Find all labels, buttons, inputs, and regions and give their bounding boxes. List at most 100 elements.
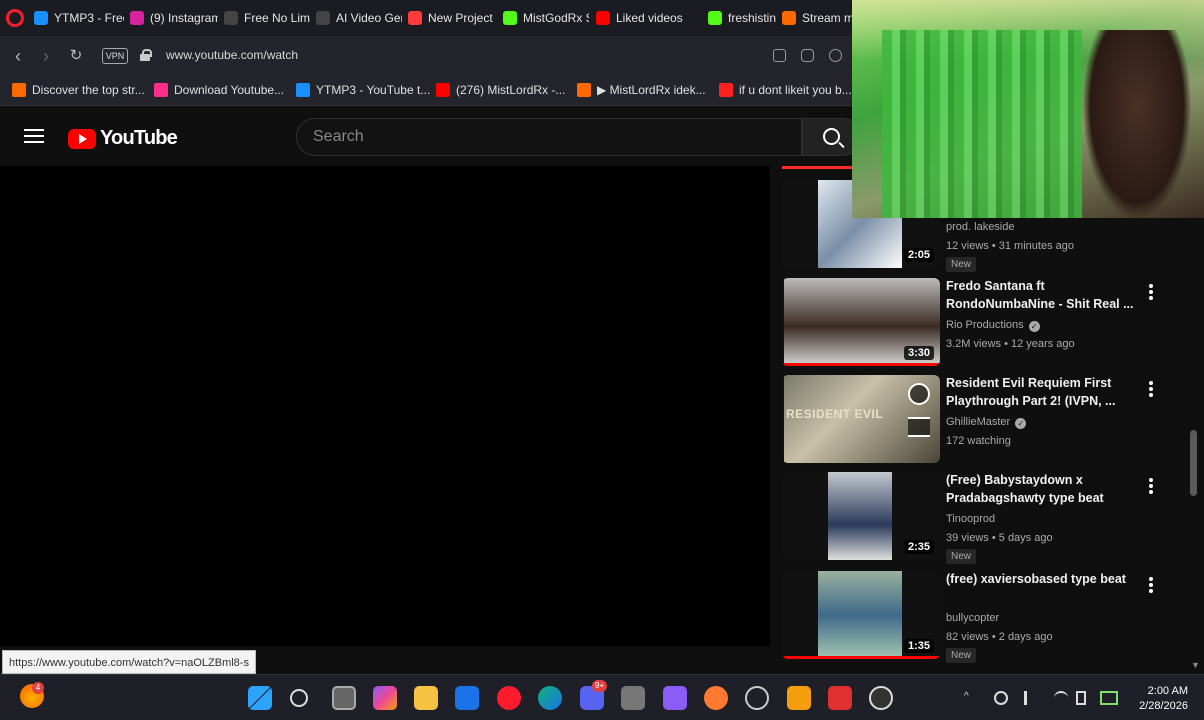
search-taskbar-icon[interactable] — [290, 689, 308, 707]
channel-name[interactable]: prod. lakeside — [946, 218, 1015, 236]
camera-app-icon[interactable] — [621, 686, 645, 710]
tab-favicon-icon — [782, 11, 796, 25]
more-actions-icon[interactable] — [1148, 284, 1154, 302]
game-icon[interactable] — [704, 686, 728, 710]
browser-tab[interactable]: (9) Instagram — [130, 6, 218, 30]
adblock-icon[interactable] — [829, 49, 842, 62]
more-actions-icon[interactable] — [1148, 381, 1154, 399]
share-icon[interactable] — [773, 49, 786, 62]
view-count: 172 watching — [946, 435, 1011, 447]
menu-icon[interactable] — [24, 129, 44, 143]
browser-tab[interactable]: MistGodRx S — [503, 6, 589, 30]
bookmark-item[interactable]: Download Youtube... — [154, 83, 284, 97]
duration-badge: 1:35 — [903, 639, 934, 653]
settings-icon[interactable] — [745, 686, 769, 710]
tab-label: freshistin — [728, 11, 776, 25]
channel-name[interactable]: GhillieMaster ✓ — [946, 413, 1027, 431]
video-thumbnail[interactable]: 2:35 — [782, 472, 940, 560]
task-view-icon[interactable] — [332, 686, 356, 710]
media-player-icon[interactable] — [869, 686, 893, 710]
add-to-queue-icon[interactable] — [908, 417, 930, 437]
scrollbar-thumb[interactable] — [1190, 430, 1197, 496]
bookmark-item[interactable]: if u dont likeit you b... — [719, 83, 852, 97]
browser-tab[interactable]: New Project — [408, 6, 496, 30]
watch-later-icon[interactable] — [908, 383, 930, 405]
clock[interactable]: 2:00 AM 2/28/2026 — [1128, 684, 1188, 714]
channel-name[interactable]: Rio Productions ✓ — [946, 316, 1040, 334]
bookmark-favicon-icon — [296, 83, 310, 97]
channel-name[interactable]: bullycopter — [946, 609, 999, 627]
search-input[interactable] — [311, 127, 781, 147]
opera-logo-icon[interactable] — [6, 9, 24, 27]
reload-icon[interactable]: ↻ — [66, 46, 86, 66]
video-title[interactable]: Resident Evil Requiem First Playthrough … — [946, 374, 1146, 410]
battery-icon[interactable] — [1100, 691, 1118, 705]
browser-tab[interactable]: Liked videos — [596, 6, 700, 30]
browser-tab[interactable]: AI Video Gen — [316, 6, 402, 30]
browser-tab[interactable]: Stream mis — [782, 6, 852, 30]
scroll-down-icon[interactable]: ▼ — [1191, 660, 1200, 670]
edge-icon[interactable] — [538, 686, 562, 710]
vpn-badge[interactable]: VPN — [102, 48, 128, 64]
copilot-icon[interactable] — [373, 686, 397, 710]
video-player[interactable] — [0, 166, 770, 646]
tab-label: AI Video Gen — [336, 11, 402, 25]
channel-name[interactable]: Tinooprod — [946, 510, 995, 528]
youtube-logo[interactable]: YouTube — [68, 127, 178, 150]
browser-tab[interactable]: Free No Limi — [224, 6, 310, 30]
more-actions-icon[interactable] — [1148, 577, 1154, 595]
volume-icon[interactable] — [1076, 691, 1086, 705]
new-badge: New — [946, 257, 977, 272]
thumbnail-art — [818, 571, 902, 659]
camera-icon[interactable] — [801, 49, 814, 62]
mail-icon[interactable] — [455, 686, 479, 710]
wifi-icon[interactable] — [1054, 691, 1068, 705]
channel-name-text: GhillieMaster — [946, 416, 1011, 428]
channel-name-text: Tinooprod — [946, 513, 996, 525]
back-icon[interactable]: ‹ — [8, 46, 28, 66]
video-stats: 82 views • 2 days ago — [946, 628, 1053, 646]
video-card[interactable]: RESIDENT EVIL Resident Evil Requiem First… — [780, 375, 1190, 471]
browser-tab[interactable]: freshistin — [708, 6, 776, 30]
video-stats: 172 watching — [946, 432, 1011, 450]
youtube-logo-text: YouTube — [100, 127, 178, 149]
lock-icon[interactable] — [140, 49, 152, 61]
bookmark-item[interactable]: ▶ MistLordRx idek... — [577, 83, 706, 97]
video-thumbnail[interactable]: 3:30 — [782, 278, 940, 366]
microphone-icon[interactable] — [1024, 691, 1029, 705]
meta-separator: • — [988, 240, 999, 252]
video-card[interactable]: 2:35 (Free) Babystaydown x Pradabagshawty… — [780, 472, 1190, 568]
fl-studio-icon[interactable] — [787, 686, 811, 710]
view-count: 82 views — [946, 631, 989, 643]
video-thumbnail[interactable]: 1:35 — [782, 571, 940, 659]
video-title[interactable]: Fredo Santana ft RondoNumbaNine - Shit R… — [946, 277, 1146, 313]
browser-tab[interactable]: YTMP3 - Free — [34, 6, 124, 30]
forward-icon[interactable]: › — [36, 46, 56, 66]
address-url[interactable]: www.youtube.com/watch — [166, 48, 298, 62]
bookmark-item[interactable]: YTMP3 - YouTube t... — [296, 83, 430, 97]
bookmark-item[interactable]: Discover the top str... — [12, 83, 145, 97]
video-card[interactable]: 1:35 (free) xaviersobased type beat bullyc… — [780, 571, 1190, 667]
new-badge: New — [946, 648, 977, 663]
windows-start-icon[interactable] — [248, 686, 272, 710]
tab-favicon-icon — [708, 11, 722, 25]
bookmark-item[interactable]: (276) MistLordRx -... — [436, 83, 565, 97]
opera-taskbar-icon[interactable] — [497, 686, 521, 710]
youtube-play-icon — [68, 128, 96, 149]
bookmark-label: YTMP3 - YouTube t... — [316, 83, 431, 97]
notification-badge: 4 — [32, 682, 44, 694]
show-hidden-icons-icon[interactable]: ^ — [964, 691, 978, 705]
webcam-person — [1082, 30, 1192, 218]
video-title[interactable]: (free) xaviersobased type beat — [946, 570, 1146, 588]
video-thumbnail[interactable]: RESIDENT EVIL — [782, 375, 940, 463]
more-actions-icon[interactable] — [1148, 478, 1154, 496]
sync-icon[interactable] — [994, 691, 1008, 705]
video-title[interactable]: (Free) Babystaydown x Pradabagshawty typ… — [946, 471, 1146, 507]
media-app-icon[interactable] — [828, 686, 852, 710]
file-explorer-icon[interactable] — [414, 686, 438, 710]
search-box[interactable] — [296, 118, 802, 156]
video-card[interactable]: 3:30 Fredo Santana ft RondoNumbaNine - Sh… — [780, 278, 1190, 374]
watch-progress-bar — [782, 656, 940, 659]
clipchamp-icon[interactable] — [663, 686, 687, 710]
bookmark-favicon-icon — [436, 83, 450, 97]
